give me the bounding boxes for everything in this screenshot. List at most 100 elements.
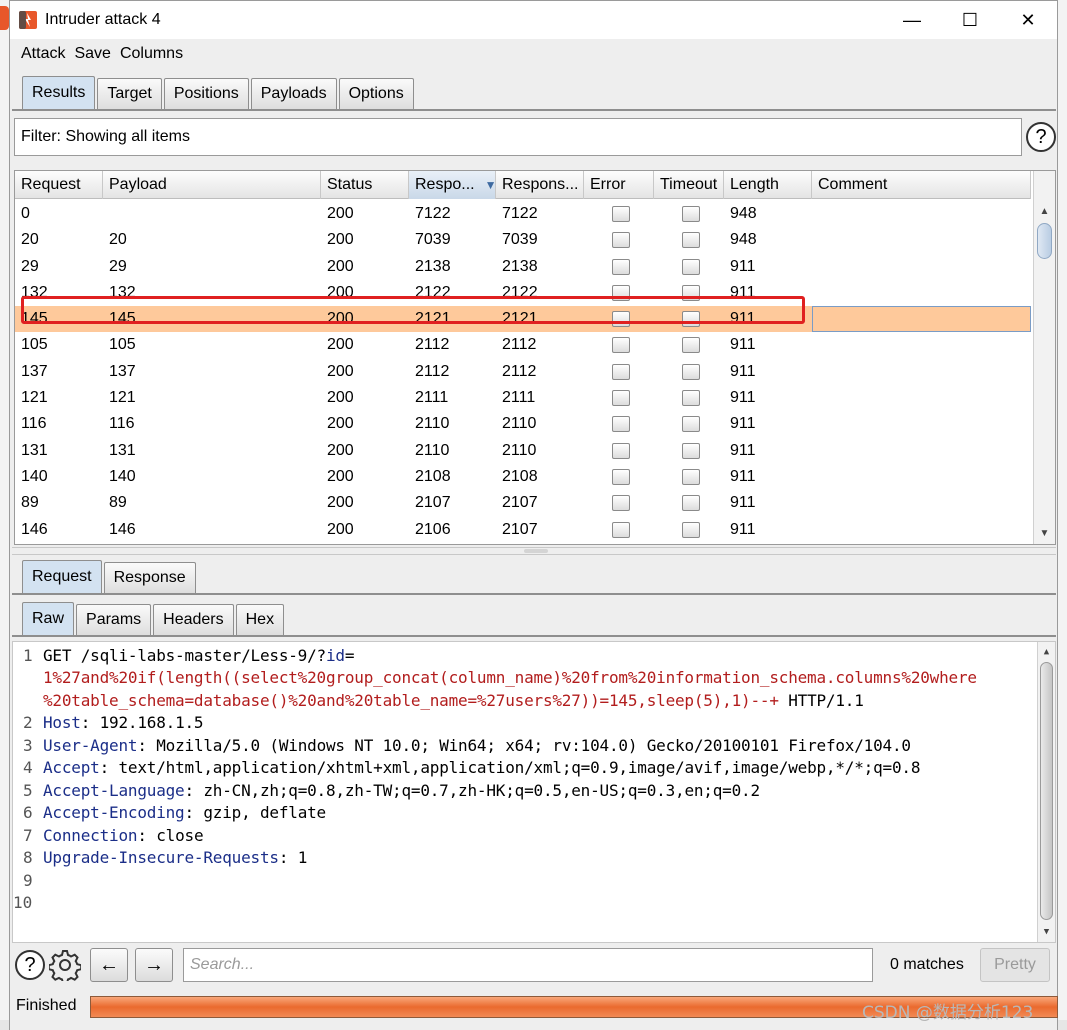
table-row[interactable]: 116 116 200 2110 2110 911 — [15, 411, 1031, 437]
tab-response[interactable]: Response — [103, 562, 196, 593]
pretty-button[interactable]: Pretty — [980, 948, 1050, 982]
table-row[interactable]: 0 200 7122 7122 948 — [15, 201, 1031, 227]
cell-comment[interactable] — [812, 227, 818, 253]
timeout-checkbox[interactable] — [682, 390, 700, 407]
table-row[interactable]: 137 137 200 2112 2112 911 — [15, 359, 1031, 385]
error-checkbox[interactable] — [612, 521, 630, 538]
column-header-payload[interactable]: Payload — [103, 171, 321, 199]
cell-comment[interactable] — [812, 359, 818, 385]
error-checkbox[interactable] — [612, 468, 630, 485]
timeout-checkbox[interactable] — [682, 442, 700, 459]
cell-length: 911 — [730, 257, 756, 275]
cell-error — [606, 385, 630, 411]
tab-raw[interactable]: Raw — [22, 602, 75, 635]
cell-comment[interactable] — [812, 254, 818, 280]
help-icon[interactable]: ? — [15, 950, 45, 980]
close-icon: ✕ — [1020, 9, 1036, 30]
scroll-down-icon[interactable]: ▼ — [1038, 924, 1055, 940]
table-scrollbar[interactable]: ▲ ▼ — [1033, 171, 1055, 544]
gear-icon[interactable] — [47, 949, 83, 985]
split-pane-divider[interactable] — [12, 547, 1056, 555]
close-button[interactable]: ✕ — [999, 1, 1057, 39]
tab-hex[interactable]: Hex — [235, 604, 285, 635]
timeout-checkbox[interactable] — [682, 416, 700, 433]
tab-target[interactable]: Target — [97, 78, 162, 109]
timeout-checkbox[interactable] — [682, 232, 700, 249]
column-header-length[interactable]: Length — [724, 171, 812, 199]
table-row[interactable]: 105 105 200 2112 2112 911 — [15, 332, 1031, 358]
error-checkbox[interactable] — [612, 232, 630, 249]
previous-match-button[interactable]: ← — [90, 948, 128, 982]
error-checkbox[interactable] — [612, 390, 630, 407]
cell-comment[interactable] — [812, 280, 818, 306]
column-header-error[interactable]: Error — [584, 171, 654, 199]
column-header-comment[interactable]: Comment — [812, 171, 1031, 199]
tab-params[interactable]: Params — [76, 604, 152, 635]
cell-comment[interactable] — [812, 385, 818, 411]
error-checkbox[interactable] — [612, 363, 630, 380]
timeout-checkbox[interactable] — [682, 258, 700, 275]
column-header-status[interactable]: Status — [321, 171, 409, 199]
maximize-button[interactable]: ☐ — [941, 1, 999, 39]
column-header-request[interactable]: Request — [15, 171, 103, 199]
cell-comment[interactable] — [812, 490, 818, 516]
tab-payloads[interactable]: Payloads — [250, 78, 337, 109]
next-match-button[interactable]: → — [135, 948, 173, 982]
scroll-up-icon[interactable]: ▲ — [1034, 202, 1055, 220]
cell-response-completed: 2108 — [502, 467, 538, 485]
cell-comment[interactable] — [812, 517, 818, 543]
menu-attack[interactable]: Attack — [21, 45, 65, 63]
error-checkbox[interactable] — [612, 495, 630, 512]
timeout-checkbox[interactable] — [682, 337, 700, 354]
error-checkbox[interactable] — [612, 442, 630, 459]
tab-headers[interactable]: Headers — [153, 604, 234, 635]
table-row[interactable]: 121 121 200 2111 2111 911 — [15, 385, 1031, 411]
timeout-checkbox[interactable] — [682, 363, 700, 380]
table-row[interactable]: 89 89 200 2107 2107 911 — [15, 490, 1031, 516]
timeout-checkbox[interactable] — [682, 495, 700, 512]
column-header-timeout[interactable]: Timeout — [654, 171, 724, 199]
timeout-checkbox[interactable] — [682, 468, 700, 485]
cell-timeout — [676, 411, 700, 437]
minimize-button[interactable]: — — [883, 1, 941, 39]
help-icon[interactable]: ? — [1026, 122, 1056, 152]
cell-comment[interactable] — [812, 438, 818, 464]
table-row[interactable]: 20 20 200 7039 7039 948 — [15, 227, 1031, 253]
menu-columns[interactable]: Columns — [120, 45, 183, 63]
table-row[interactable]: 29 29 200 2138 2138 911 — [15, 254, 1031, 280]
tab-request[interactable]: Request — [22, 560, 102, 593]
raw-request-editor[interactable]: 1 2 3 4 5 6 7 8 9 10 GET /sqli-labs-mast… — [12, 641, 1056, 943]
cell-response-received: 2110 — [415, 441, 450, 459]
tab-positions[interactable]: Positions — [163, 78, 249, 109]
cell-payload: 89 — [109, 494, 127, 512]
scrollbar-thumb[interactable] — [1037, 223, 1052, 259]
column-header-response-completed[interactable]: Respons... — [496, 171, 584, 199]
table-row[interactable]: 131 131 200 2110 2110 911 — [15, 438, 1031, 464]
cell-comment[interactable] — [812, 411, 818, 437]
error-checkbox[interactable] — [612, 258, 630, 275]
search-input[interactable] — [183, 948, 873, 982]
splitter-grip[interactable] — [524, 549, 548, 553]
scroll-down-icon[interactable]: ▼ — [1034, 524, 1055, 542]
timeout-checkbox[interactable] — [682, 206, 700, 222]
title-bar[interactable]: Intruder attack 4 — ☐ ✕ — [10, 1, 1057, 39]
filter-bar[interactable]: Filter: Showing all items — [14, 118, 1022, 156]
timeout-checkbox[interactable] — [682, 521, 700, 538]
error-checkbox[interactable] — [612, 337, 630, 354]
cell-comment[interactable] — [812, 201, 818, 227]
tab-options[interactable]: Options — [338, 78, 414, 109]
editor-scrollbar[interactable]: ▲ ▼ — [1037, 642, 1055, 942]
scrollbar-thumb[interactable] — [1040, 662, 1053, 920]
table-row[interactable]: 146 146 200 2106 2107 911 — [15, 517, 1031, 543]
cell-comment[interactable] — [812, 332, 818, 358]
header-value: : text/html,application/xhtml+xml,applic… — [99, 758, 921, 777]
header-line-connection: Connection: close — [43, 826, 204, 845]
error-checkbox[interactable] — [612, 206, 630, 222]
error-checkbox[interactable] — [612, 416, 630, 433]
cell-comment[interactable] — [812, 464, 818, 490]
tab-results[interactable]: Results — [22, 76, 96, 109]
scroll-up-icon[interactable]: ▲ — [1038, 644, 1055, 660]
table-row[interactable]: 140 140 200 2108 2108 911 — [15, 464, 1031, 490]
column-header-response-received[interactable]: Respo... ▼ — [409, 171, 496, 199]
menu-save[interactable]: Save — [74, 45, 110, 63]
